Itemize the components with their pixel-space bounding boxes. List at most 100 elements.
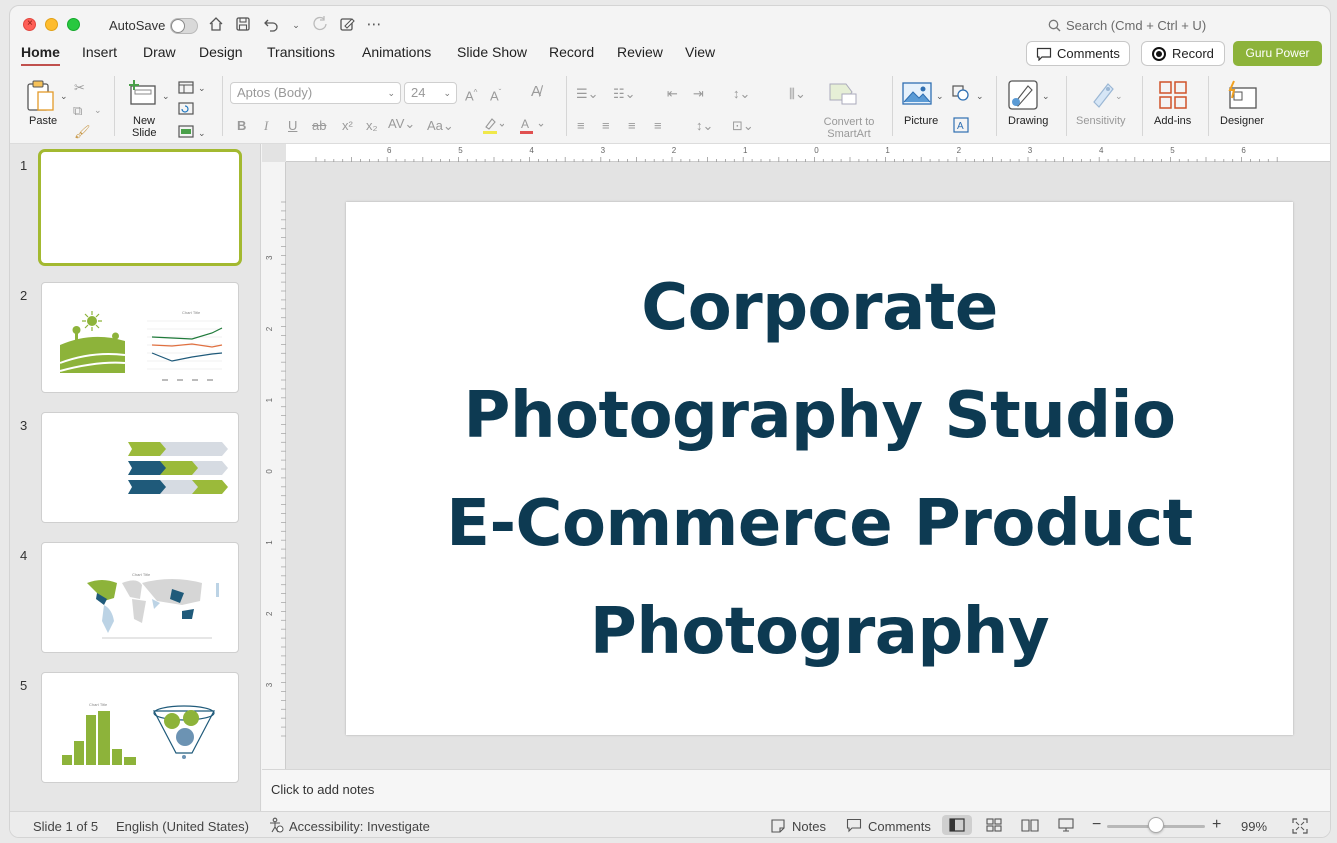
columns-icon[interactable]: ⫼⌄ <box>789 86 806 102</box>
comments-status-icon[interactable] <box>846 818 862 836</box>
change-case-icon[interactable]: Aa⌄ <box>427 118 454 134</box>
save-icon[interactable] <box>234 16 252 34</box>
section-dropdown-icon[interactable]: ⌄ <box>198 125 206 141</box>
align-left-icon[interactable]: ≡ <box>577 118 585 134</box>
record-button[interactable]: Record <box>1141 41 1225 66</box>
textbox-icon[interactable]: A <box>953 117 969 136</box>
layout-dropdown-icon[interactable]: ⌄ <box>198 80 206 96</box>
justify-icon[interactable]: ≡ <box>654 118 662 134</box>
customize-icon[interactable] <box>338 16 356 34</box>
increase-indent-icon[interactable]: ⇥ <box>693 86 704 102</box>
align-text-icon[interactable]: ⊡⌄ <box>732 118 754 134</box>
undo-dropdown-icon[interactable]: ⌄ <box>290 16 302 34</box>
comments-button[interactable]: Comments <box>1026 41 1130 66</box>
new-slide-dropdown-icon[interactable]: ⌄ <box>162 88 170 104</box>
cut-icon[interactable]: ✂ <box>74 80 85 96</box>
clear-formatting-icon[interactable]: A̸ <box>531 84 541 100</box>
section-icon[interactable] <box>178 125 194 141</box>
slide-thumbnail-1[interactable] <box>38 149 242 266</box>
reading-view-icon[interactable] <box>1021 818 1039 835</box>
new-slide-button[interactable]: New Slide <box>124 78 170 139</box>
zoom-level[interactable]: 99% <box>1241 819 1267 834</box>
fit-to-window-icon[interactable] <box>1292 818 1308 837</box>
decrease-font-icon[interactable]: Aˇ <box>490 85 501 104</box>
notes-pane[interactable]: Click to add notes <box>262 769 1330 811</box>
normal-view-icon[interactable] <box>949 818 965 835</box>
shapes-icon[interactable] <box>952 85 970 104</box>
strikethrough-icon[interactable]: ab <box>312 118 326 134</box>
drawing-dropdown-icon[interactable]: ⌄ <box>1042 88 1050 104</box>
slide-thumbnail-2[interactable]: Chart Title <box>41 282 239 393</box>
bold-icon[interactable]: B <box>237 118 246 134</box>
character-spacing-icon[interactable]: AV⌄ <box>388 116 415 132</box>
superscript-icon[interactable]: x² <box>342 118 353 134</box>
bullets-icon[interactable]: ☰⌄ <box>576 86 599 102</box>
decrease-indent-icon[interactable]: ⇤ <box>667 86 678 102</box>
language-status[interactable]: English (United States) <box>116 819 249 834</box>
paste-button[interactable]: Paste <box>24 78 64 130</box>
sensitivity-dropdown-icon[interactable]: ⌄ <box>1115 88 1123 104</box>
zoom-out-icon[interactable]: − <box>1092 816 1101 834</box>
slide-sorter-icon[interactable] <box>986 818 1002 835</box>
slide-thumbnail-3[interactable] <box>41 412 239 523</box>
redo-icon[interactable] <box>311 16 329 34</box>
paste-dropdown-icon[interactable]: ⌄ <box>60 88 68 104</box>
tab-transitions[interactable]: Transitions <box>267 44 335 60</box>
picture-dropdown-icon[interactable]: ⌄ <box>936 88 944 104</box>
zoom-window-button[interactable] <box>67 18 80 31</box>
subscript-icon[interactable]: x₂ <box>366 118 378 134</box>
font-name-dropdown[interactable]: Aptos (Body) ⌄ <box>230 82 401 104</box>
close-window-button[interactable]: × <box>23 18 36 31</box>
numbering-icon[interactable]: ☷⌄ <box>613 86 636 102</box>
align-center-icon[interactable]: ≡ <box>602 118 610 134</box>
minimize-window-button[interactable] <box>45 18 58 31</box>
notes-icon[interactable] <box>770 818 786 837</box>
format-painter-icon[interactable]: 🖌 <box>74 124 91 140</box>
accessibility-icon[interactable] <box>268 817 284 836</box>
text-direction-icon[interactable]: ↕⌄ <box>696 118 713 134</box>
underline-icon[interactable]: U <box>288 118 297 134</box>
slide-thumbnail-5[interactable]: Chart Title <box>41 672 239 783</box>
tab-slide-show[interactable]: Slide Show <box>457 44 527 60</box>
line-spacing-icon[interactable]: ↕⌄ <box>733 86 750 102</box>
increase-font-icon[interactable]: A^ <box>465 85 477 104</box>
comments-toggle[interactable]: Comments <box>868 819 931 834</box>
search-box[interactable]: Search (Cmd + Ctrl + U) <box>1048 18 1206 33</box>
sensitivity-button[interactable]: Sensitivity <box>1074 80 1134 130</box>
italic-icon[interactable]: I <box>264 118 268 134</box>
slide-title[interactable]: Corporate Photography Studio E-Commerce … <box>346 254 1293 686</box>
font-color-icon[interactable]: A <box>519 117 545 138</box>
zoom-slider-handle[interactable] <box>1148 817 1164 833</box>
home-icon[interactable] <box>207 16 225 34</box>
add-ins-button[interactable]: Add-ins <box>1150 80 1196 130</box>
designer-button[interactable]: Designer <box>1216 80 1266 130</box>
guru-power-button[interactable]: Guru Power <box>1233 41 1322 66</box>
tab-design[interactable]: Design <box>199 44 243 60</box>
tab-view[interactable]: View <box>685 44 715 60</box>
tab-record[interactable]: Record <box>549 44 594 60</box>
convert-smartart-button[interactable]: Convert to SmartArt <box>816 80 882 140</box>
paste-icon <box>27 80 54 111</box>
reset-icon[interactable] <box>178 102 194 118</box>
zoom-in-icon[interactable]: + <box>1212 816 1221 834</box>
tab-animations[interactable]: Animations <box>362 44 431 60</box>
copy-dropdown-icon[interactable]: ⌄ <box>94 102 102 118</box>
tab-home[interactable]: Home <box>21 44 60 66</box>
tab-insert[interactable]: Insert <box>82 44 117 60</box>
tab-review[interactable]: Review <box>617 44 663 60</box>
shapes-dropdown-icon[interactable]: ⌄ <box>976 88 984 104</box>
font-size-dropdown[interactable]: 24 ⌄ <box>404 82 457 104</box>
slide-thumbnail-4[interactable]: Chart Title <box>41 542 239 653</box>
more-icon[interactable]: ⋯ <box>365 16 383 34</box>
current-slide[interactable]: Corporate Photography Studio E-Commerce … <box>346 202 1293 735</box>
notes-toggle[interactable]: Notes <box>792 819 826 834</box>
align-right-icon[interactable]: ≡ <box>628 118 636 134</box>
autosave-toggle[interactable] <box>170 18 198 34</box>
accessibility-status[interactable]: Accessibility: Investigate <box>289 819 430 834</box>
highlight-icon[interactable] <box>482 117 505 138</box>
slideshow-icon[interactable] <box>1058 818 1074 835</box>
tab-draw[interactable]: Draw <box>143 44 176 60</box>
copy-icon[interactable]: ⧉ <box>73 103 82 119</box>
layout-icon[interactable] <box>178 81 194 97</box>
undo-icon[interactable] <box>262 16 280 34</box>
